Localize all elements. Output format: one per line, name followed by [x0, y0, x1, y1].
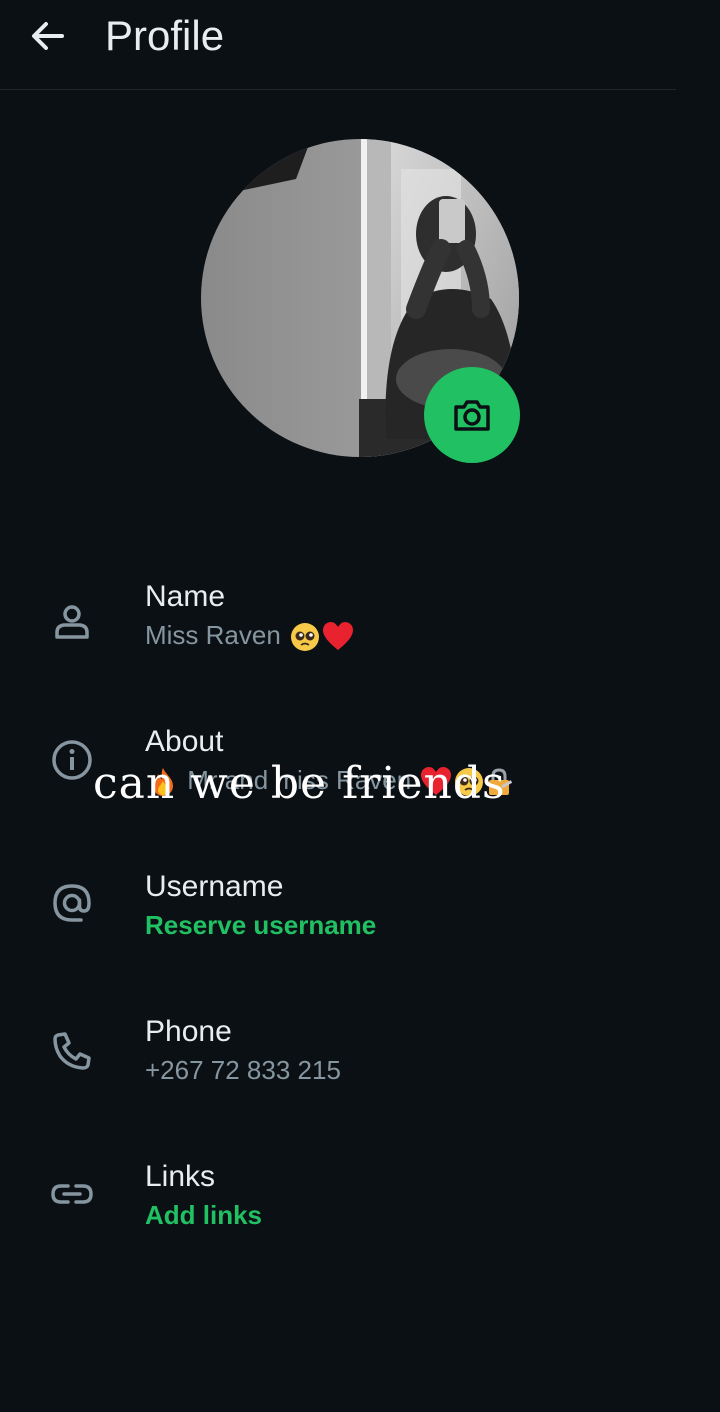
heart-icon: [421, 767, 452, 796]
link-icon: [51, 1184, 93, 1204]
about-row[interactable]: About Mr and miss Raven: [0, 725, 720, 845]
name-row[interactable]: Name Miss Raven: [0, 580, 720, 700]
back-button[interactable]: [26, 14, 70, 58]
name-label: Name: [145, 580, 226, 613]
person-icon: [55, 605, 89, 639]
phone-row[interactable]: Phone +267 72 833 215: [0, 1015, 720, 1135]
username-row[interactable]: Username Reserve username: [0, 870, 720, 990]
pleading-face-icon: [455, 768, 484, 797]
phone-label: Phone: [145, 1015, 232, 1048]
fire-icon: [153, 768, 173, 797]
phone-icon: [53, 1032, 91, 1070]
name-value: Miss Raven: [145, 620, 354, 652]
top-bar: Profile: [0, 0, 676, 90]
phone-value: +267 72 833 215: [145, 1055, 341, 1085]
username-label: Username: [145, 870, 284, 903]
at-icon: [53, 884, 91, 922]
camera-icon: [454, 400, 490, 431]
about-value: Mr and miss Raven: [148, 765, 514, 797]
lock-with-key-icon: [489, 768, 513, 796]
avatar-section: [201, 139, 521, 463]
reserve-username-link[interactable]: Reserve username: [145, 910, 376, 941]
links-label: Links: [145, 1160, 216, 1193]
info-icon: [52, 740, 92, 780]
about-label: About: [145, 725, 224, 758]
heart-icon: [323, 622, 354, 651]
links-row[interactable]: Links Add links: [0, 1160, 720, 1280]
add-links-link[interactable]: Add links: [145, 1200, 262, 1231]
change-photo-button[interactable]: [424, 367, 520, 463]
arrow-left-icon: [32, 22, 64, 50]
pleading-face-icon: [291, 623, 320, 652]
page-title: Profile: [105, 12, 225, 59]
